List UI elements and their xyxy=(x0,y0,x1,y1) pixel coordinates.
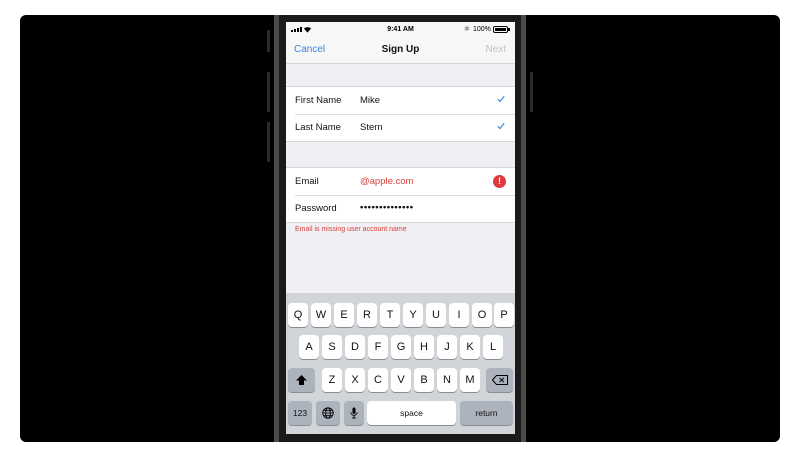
status-bar: 9:41 AM ✱ 100% xyxy=(286,22,515,38)
key-w[interactable]: W xyxy=(311,303,331,327)
globe-icon xyxy=(322,407,334,419)
battery-icon xyxy=(493,26,510,33)
key-p[interactable]: P xyxy=(494,303,514,327)
key-a[interactable]: A xyxy=(299,335,319,359)
key-l[interactable]: L xyxy=(483,335,503,359)
key-i[interactable]: I xyxy=(449,303,469,327)
globe-key[interactable] xyxy=(316,401,340,425)
shift-key[interactable] xyxy=(288,368,315,392)
bluetooth-icon: ✱ xyxy=(464,26,470,33)
key-q[interactable]: Q xyxy=(288,303,308,327)
key-x[interactable]: X xyxy=(345,368,365,392)
key-t[interactable]: T xyxy=(380,303,400,327)
key-r[interactable]: R xyxy=(357,303,377,327)
email-label: Email xyxy=(295,176,319,187)
delete-icon xyxy=(491,375,508,385)
next-button[interactable]: Next xyxy=(485,44,506,55)
last-name-row[interactable]: Last Name Stern xyxy=(286,114,515,141)
space-key[interactable]: space xyxy=(367,401,456,425)
key-c[interactable]: C xyxy=(368,368,388,392)
password-row[interactable]: Password •••••••••••••• xyxy=(286,195,515,222)
mute-switch xyxy=(267,30,270,52)
account-section: Email @apple.com ! Password ••••••••••••… xyxy=(286,167,515,223)
name-section: First Name Mike Last Name Stern xyxy=(286,86,515,142)
email-row[interactable]: Email @apple.com ! xyxy=(286,168,515,195)
password-field[interactable]: •••••••••••••• xyxy=(360,202,414,213)
email-error-message: Email is missing user account name xyxy=(295,226,407,233)
key-n[interactable]: N xyxy=(437,368,457,392)
error-icon[interactable]: ! xyxy=(493,175,506,188)
checkmark-icon xyxy=(497,95,505,103)
power-button xyxy=(530,72,533,112)
key-f[interactable]: F xyxy=(368,335,388,359)
key-g[interactable]: G xyxy=(391,335,411,359)
email-field[interactable]: @apple.com xyxy=(360,176,413,187)
page-title: Sign Up xyxy=(381,44,420,55)
key-o[interactable]: O xyxy=(472,303,492,327)
shift-icon xyxy=(296,375,307,385)
first-name-label: First Name xyxy=(295,95,342,106)
mic-icon xyxy=(350,407,358,419)
key-k[interactable]: K xyxy=(460,335,480,359)
key-v[interactable]: V xyxy=(391,368,411,392)
phone-screen: 9:41 AM ✱ 100% Cancel Sign Up Next First… xyxy=(286,22,515,434)
dictation-key[interactable] xyxy=(344,401,364,425)
battery-percent: 100% xyxy=(473,26,491,33)
key-m[interactable]: M xyxy=(460,368,480,392)
key-e[interactable]: E xyxy=(334,303,354,327)
key-s[interactable]: S xyxy=(322,335,342,359)
key-y[interactable]: Y xyxy=(403,303,423,327)
checkmark-icon xyxy=(497,122,505,130)
key-z[interactable]: Z xyxy=(322,368,342,392)
key-u[interactable]: U xyxy=(426,303,446,327)
password-label: Password xyxy=(295,203,337,214)
delete-key[interactable] xyxy=(486,368,513,392)
return-key[interactable]: return xyxy=(460,401,513,425)
volume-up-button xyxy=(267,72,270,112)
key-j[interactable]: J xyxy=(437,335,457,359)
volume-down-button xyxy=(267,122,270,162)
key-h[interactable]: H xyxy=(414,335,434,359)
first-name-row[interactable]: First Name Mike xyxy=(286,87,515,114)
key-b[interactable]: B xyxy=(414,368,434,392)
keyboard: Q W E R T Y U I O P A S D F G H J K L Z … xyxy=(286,293,515,434)
first-name-field[interactable]: Mike xyxy=(360,95,380,106)
last-name-field[interactable]: Stern xyxy=(360,122,383,133)
last-name-label: Last Name xyxy=(295,122,341,133)
navigation-bar: Cancel Sign Up Next xyxy=(286,38,515,64)
key-d[interactable]: D xyxy=(345,335,365,359)
numbers-key[interactable]: 123 xyxy=(288,401,312,425)
